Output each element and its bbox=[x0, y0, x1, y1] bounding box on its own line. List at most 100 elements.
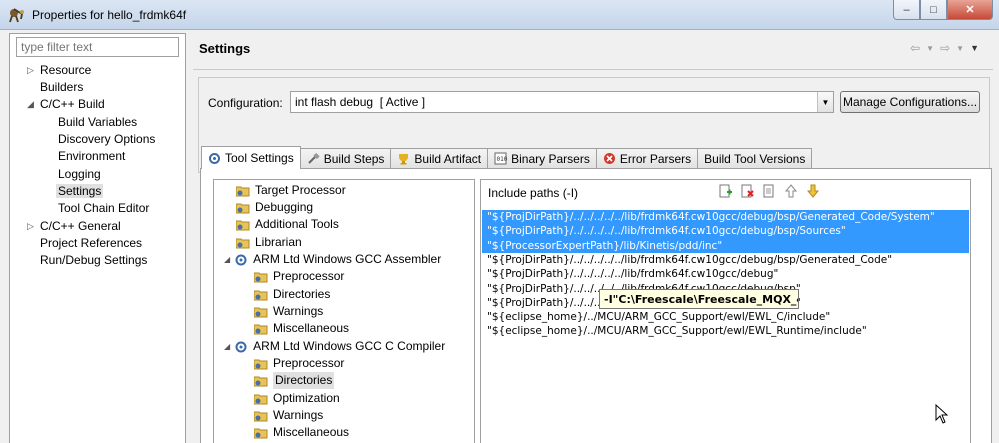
settings-tabs: Tool Settings Build Steps Build Artifact… bbox=[201, 146, 813, 169]
folder-gear-icon bbox=[254, 376, 268, 386]
sidebar-item-discovery-options[interactable]: Discovery Options bbox=[58, 131, 155, 148]
tool-gear-icon bbox=[235, 254, 247, 265]
error-parsers-icon bbox=[603, 153, 615, 164]
maximize-button[interactable]: □ bbox=[920, 0, 947, 20]
svg-text:010: 010 bbox=[497, 156, 508, 163]
tree-item-gcc-c-compiler[interactable]: ◢ ARM Ltd Windows GCC C Compiler bbox=[224, 338, 445, 355]
minimize-icon: – bbox=[903, 3, 910, 16]
settings-page: Settings ⇦ ▼ ⇨ ▼ ▼ Configuration: int fl… bbox=[193, 33, 999, 443]
forward-arrow-icon[interactable]: ⇨ bbox=[940, 41, 950, 55]
manage-configurations-button[interactable]: Manage Configurations... bbox=[840, 91, 980, 113]
add-icon[interactable] bbox=[717, 183, 733, 199]
list-item[interactable]: "${ProjDirPath}/../../../../../lib/frdmk… bbox=[482, 253, 892, 267]
include-paths-list[interactable]: "${ProjDirPath}/../../../../../lib/frdmk… bbox=[481, 210, 970, 440]
include-paths-toolbar bbox=[717, 183, 821, 199]
tree-item-asm-preprocessor[interactable]: Preprocessor bbox=[254, 268, 344, 285]
tree-item-cc-miscellaneous[interactable]: Miscellaneous bbox=[254, 424, 349, 441]
tree-item-debugging[interactable]: Debugging bbox=[236, 199, 313, 216]
edit-icon[interactable] bbox=[761, 183, 777, 199]
collapse-arrow-icon[interactable]: ◢ bbox=[224, 338, 230, 355]
sidebar-item-project-references[interactable]: Project References bbox=[40, 235, 142, 252]
list-item[interactable]: "${ProcessorExpertPath}/lib/Kinetis/pdd/… bbox=[482, 238, 969, 253]
tree-item-target-processor[interactable]: Target Processor bbox=[236, 182, 346, 199]
folder-gear-icon bbox=[254, 272, 268, 282]
tab-build-steps[interactable]: Build Steps bbox=[299, 148, 392, 168]
minimize-button[interactable]: – bbox=[893, 0, 920, 20]
folder-gear-icon bbox=[236, 220, 250, 230]
tool-settings-tree: Target Processor Debugging Additional To… bbox=[213, 179, 475, 443]
view-menu-icon[interactable]: ▼ bbox=[970, 43, 979, 55]
collapse-arrow-icon[interactable]: ◢ bbox=[27, 96, 34, 113]
tree-item-asm-miscellaneous[interactable]: Miscellaneous bbox=[254, 320, 349, 337]
sidebar-item-tool-chain-editor[interactable]: Tool Chain Editor bbox=[58, 200, 149, 217]
expand-arrow-icon[interactable]: ▷ bbox=[27, 218, 34, 235]
include-paths-label: Include paths (-I) bbox=[488, 186, 579, 200]
move-down-icon[interactable] bbox=[805, 183, 821, 199]
tab-build-artifact[interactable]: Build Artifact bbox=[390, 148, 489, 168]
chevron-down-icon[interactable]: ▼ bbox=[817, 92, 833, 112]
tree-item-cc-preprocessor[interactable]: Preprocessor bbox=[254, 355, 344, 372]
mouse-cursor-icon bbox=[935, 404, 949, 424]
build-steps-icon bbox=[308, 152, 320, 164]
sidebar-item-build-variables[interactable]: Build Variables bbox=[58, 114, 137, 131]
delete-icon[interactable] bbox=[739, 183, 755, 199]
tree-item-cc-warnings[interactable]: Warnings bbox=[254, 407, 323, 424]
sidebar-item-cpp-general[interactable]: ▷ C/C++ General bbox=[27, 218, 121, 235]
tab-binary-parsers[interactable]: 010 Binary Parsers bbox=[487, 148, 597, 168]
configuration-label: Configuration: bbox=[208, 96, 283, 110]
configuration-value: int flash debug [ Active ] bbox=[295, 95, 426, 109]
page-title: Settings bbox=[199, 41, 251, 56]
maximize-icon: □ bbox=[930, 3, 937, 16]
close-icon: ✕ bbox=[965, 4, 975, 16]
title-bar: Properties for hello_frdmk64f – □ ✕ bbox=[0, 0, 999, 30]
sidebar-item-cpp-build[interactable]: ◢ C/C++ Build bbox=[27, 96, 105, 113]
back-arrow-icon[interactable]: ⇦ bbox=[910, 41, 920, 55]
tree-item-asm-directories[interactable]: Directories bbox=[254, 286, 330, 303]
back-menu-icon[interactable]: ▼ bbox=[926, 44, 934, 55]
tab-build-tool-versions[interactable]: Build Tool Versions bbox=[697, 148, 813, 168]
folder-gear-icon bbox=[254, 428, 268, 438]
tab-error-parsers[interactable]: Error Parsers bbox=[595, 148, 699, 168]
folder-gear-icon bbox=[236, 238, 250, 248]
history-nav: ⇦ ▼ ⇨ ▼ ▼ bbox=[910, 41, 979, 55]
property-pages-panel: ▷ Resource Builders ◢ C/C++ Build Build … bbox=[9, 33, 186, 443]
tool-settings-content: Target Processor Debugging Additional To… bbox=[200, 168, 992, 443]
tool-settings-icon bbox=[209, 152, 220, 164]
close-button[interactable]: ✕ bbox=[947, 0, 993, 20]
tree-item-additional-tools[interactable]: Additional Tools bbox=[236, 216, 339, 233]
tree-item-librarian[interactable]: Librarian bbox=[236, 234, 302, 251]
path-tooltip: -I"C:\Freescale\Freescale_MQX_4_2\mqx bbox=[599, 289, 799, 309]
sidebar-item-builders[interactable]: Builders bbox=[40, 79, 83, 96]
configuration-select[interactable]: int flash debug [ Active ] ▼ bbox=[290, 91, 834, 113]
header-divider bbox=[193, 69, 993, 70]
list-item[interactable]: "${eclipse_home}/../MCU/ARM_GCC_Support/… bbox=[482, 324, 867, 338]
tree-item-cc-optimization[interactable]: Optimization bbox=[254, 390, 340, 407]
tree-item-gcc-assembler[interactable]: ◢ ARM Ltd Windows GCC Assembler bbox=[224, 251, 441, 268]
sidebar-item-logging[interactable]: Logging bbox=[58, 166, 101, 183]
app-icon bbox=[9, 8, 24, 23]
filter-input[interactable] bbox=[16, 37, 179, 57]
forward-menu-icon[interactable]: ▼ bbox=[956, 44, 964, 55]
build-artifact-icon bbox=[399, 154, 409, 165]
tree-item-asm-warnings[interactable]: Warnings bbox=[254, 303, 323, 320]
sidebar-item-settings[interactable]: Settings bbox=[56, 183, 104, 200]
list-item[interactable]: "${ProjDirPath}/../../../../../lib/frdmk… bbox=[482, 224, 969, 239]
folder-gear-icon bbox=[254, 394, 268, 404]
sidebar-item-environment[interactable]: Environment bbox=[58, 148, 125, 165]
expand-arrow-icon[interactable]: ▷ bbox=[27, 62, 34, 79]
folder-gear-icon bbox=[236, 186, 250, 196]
sidebar-item-resource[interactable]: ▷ Resource bbox=[27, 62, 91, 79]
collapse-arrow-icon[interactable]: ◢ bbox=[224, 251, 230, 268]
list-item[interactable]: "${ProjDirPath}/../../../../../lib/frdmk… bbox=[482, 267, 778, 281]
folder-gear-icon bbox=[254, 290, 268, 300]
tree-item-cc-directories[interactable]: Directories bbox=[254, 372, 335, 389]
sidebar-item-run-debug-settings[interactable]: Run/Debug Settings bbox=[40, 252, 147, 269]
include-paths-panel: Include paths (-I) "${ProjDirPath}/../..… bbox=[480, 179, 971, 443]
tool-gear-icon bbox=[235, 341, 247, 352]
list-item[interactable]: "${eclipse_home}/../MCU/ARM_GCC_Support/… bbox=[482, 310, 830, 324]
binary-parsers-icon: 010 bbox=[494, 152, 507, 165]
list-item[interactable]: "${ProjDirPath}/../../../../../lib/frdmk… bbox=[482, 210, 969, 225]
window-title: Properties for hello_frdmk64f bbox=[32, 8, 187, 22]
tab-tool-settings[interactable]: Tool Settings bbox=[201, 146, 301, 169]
move-up-icon[interactable] bbox=[783, 183, 799, 199]
